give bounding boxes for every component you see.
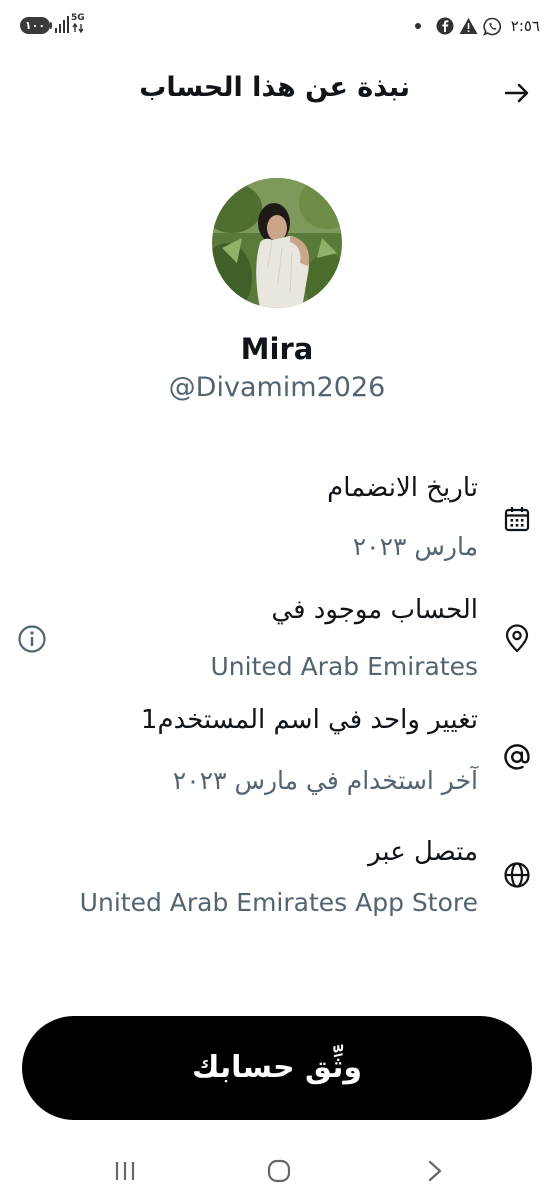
- username-changes-label: تغيير واحد في اسم المستخدم1: [140, 705, 478, 735]
- info-row-username: تغيير واحد في اسم المستخدم1 آخر استخدام …: [0, 702, 554, 802]
- signal-icon: [55, 16, 69, 33]
- globe-icon: [504, 862, 530, 888]
- about-account-screen: ١٠٠ 5G ٢:٥٦ نبذة عن هذا الحساب Mira @Div…: [0, 0, 554, 1200]
- profile-photo: [212, 178, 342, 308]
- connected-label: متصل عبر: [368, 837, 478, 867]
- network-label: 5G: [71, 13, 85, 23]
- at-sign-icon: [504, 744, 530, 770]
- header: نبذة عن هذا الحساب: [0, 60, 554, 124]
- calendar-icon: [504, 507, 530, 532]
- username-last-used: آخر استخدام في مارس ٢٠٢٣: [172, 766, 478, 795]
- data-arrows-icon: [72, 22, 84, 34]
- status-icons: ٢:٥٦: [414, 14, 540, 38]
- facebook-icon: [436, 17, 454, 35]
- verify-account-button[interactable]: وثِّق حسابك: [22, 1016, 532, 1120]
- location-pin-icon: [505, 624, 529, 653]
- notification-dot-icon: [414, 23, 421, 29]
- back-button[interactable]: [502, 78, 532, 108]
- status-bar: ١٠٠ 5G ٢:٥٦: [0, 0, 554, 52]
- info-row-connected: متصل عبر United Arab Emirates App Store: [0, 834, 554, 934]
- system-nav-bar: [0, 1140, 554, 1200]
- recent-apps-icon[interactable]: [110, 1158, 140, 1184]
- joined-label: تاريخ الانضمام: [327, 473, 478, 503]
- home-icon[interactable]: [264, 1158, 294, 1184]
- user-handle: @Divamim2026: [168, 372, 386, 403]
- network-type: 5G: [71, 14, 85, 36]
- location-label: الحساب موجود في: [271, 595, 478, 625]
- joined-date: مارس ٢٠٢٣: [352, 532, 478, 561]
- avatar[interactable]: [212, 178, 342, 308]
- info-row-joined: تاريخ الانضمام مارس ٢٠٢٣: [0, 470, 554, 570]
- back-icon[interactable]: [420, 1158, 450, 1184]
- whatsapp-icon: [482, 17, 501, 36]
- status-time: ٢:٥٦: [510, 17, 540, 35]
- location-value: United Arab Emirates: [210, 652, 478, 681]
- info-row-location: الحساب موجود في United Arab Emirates: [0, 592, 554, 692]
- battery-tip: [50, 22, 52, 29]
- display-name: Mira: [240, 332, 314, 366]
- battery-indicator: ١٠٠: [20, 17, 50, 34]
- page-title: نبذة عن هذا الحساب: [139, 72, 410, 103]
- warning-icon: [459, 18, 478, 34]
- info-icon[interactable]: [16, 623, 48, 655]
- connected-value: United Arab Emirates App Store: [79, 888, 478, 917]
